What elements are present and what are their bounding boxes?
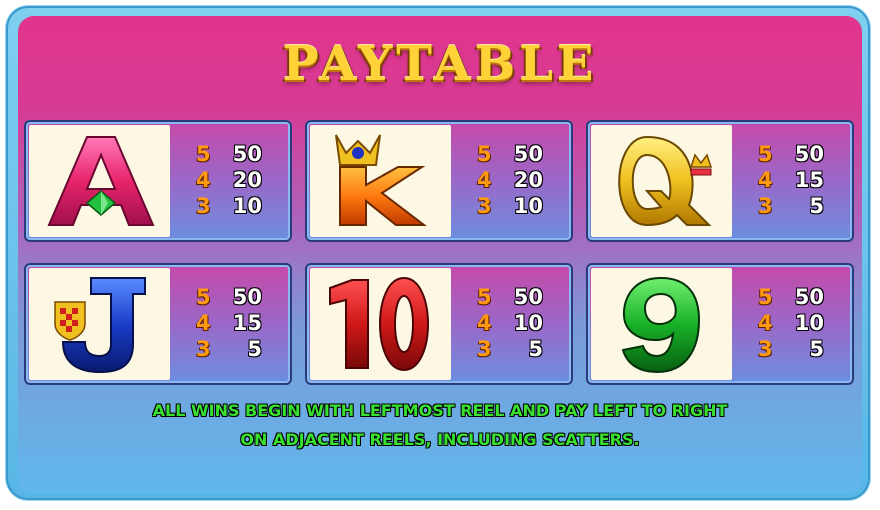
match-count: 4 <box>196 168 211 192</box>
payout-row: 3 10 <box>174 194 284 220</box>
payout-row: 4 20 <box>455 168 565 194</box>
nine-icon <box>591 268 732 380</box>
payout-row: 5 50 <box>455 142 565 168</box>
payout-row: 35 <box>736 194 846 220</box>
payout-list: 5 50 4 20 3 10 <box>455 142 565 220</box>
payout-amount: 10 <box>513 311 543 335</box>
payout-row: 35 <box>455 337 565 363</box>
payout-amount: 20 <box>513 168 543 192</box>
ace-icon <box>29 125 170 237</box>
payout-row: 3 10 <box>455 194 565 220</box>
match-count: 5 <box>758 285 773 309</box>
match-count: 3 <box>477 337 492 361</box>
rules-text-line-2: ON ADJACENT REELS, INCLUDING SCATTERS. <box>240 430 640 449</box>
symbol-tile-k: 5 50 4 20 3 10 <box>305 120 573 242</box>
rules-text-line-1: ALL WINS BEGIN WITH LEFTMOST REEL AND PA… <box>152 401 728 420</box>
match-count: 5 <box>196 285 211 309</box>
payout-amount: 10 <box>513 194 543 218</box>
jack-icon <box>29 268 170 380</box>
payout-amount: 15 <box>232 311 262 335</box>
payout-row: 5 50 <box>736 285 846 311</box>
payout-list: 5 50 4 15 35 <box>736 142 846 220</box>
match-count: 3 <box>196 337 211 361</box>
match-count: 5 <box>477 142 492 166</box>
payout-list: 5 50 4 15 35 <box>174 285 284 363</box>
payout-list: 5 50 4 20 3 10 <box>174 142 284 220</box>
match-count: 3 <box>758 194 773 218</box>
payout-row: 5 50 <box>736 142 846 168</box>
payout-amount: 50 <box>513 285 543 309</box>
payout-amount: 50 <box>513 142 543 166</box>
payout-row: 4 10 <box>455 311 565 337</box>
payout-amount: 5 <box>247 337 262 361</box>
payout-amount: 10 <box>232 194 262 218</box>
payout-amount: 5 <box>528 337 543 361</box>
payout-amount: 50 <box>232 285 262 309</box>
payout-row: 5 50 <box>174 142 284 168</box>
payout-amount: 5 <box>809 194 824 218</box>
payout-row: 35 <box>174 337 284 363</box>
payout-row: 4 10 <box>736 311 846 337</box>
symbol-tile-9: 5 50 4 10 35 <box>586 263 854 385</box>
queen-icon <box>591 125 732 237</box>
match-count: 5 <box>196 142 211 166</box>
payout-amount: 50 <box>794 285 824 309</box>
symbol-tile-q: 5 50 4 15 35 <box>586 120 854 242</box>
symbol-tile-a: 5 50 4 20 3 10 <box>24 120 292 242</box>
payout-row: 4 15 <box>736 168 846 194</box>
symbol-tile-10: 5 50 4 10 35 <box>305 263 573 385</box>
payout-row: 35 <box>736 337 846 363</box>
payout-list: 5 50 4 10 35 <box>455 285 565 363</box>
match-count: 4 <box>196 311 211 335</box>
payout-amount: 5 <box>809 337 824 361</box>
match-count: 4 <box>758 168 773 192</box>
payout-list: 5 50 4 10 35 <box>736 285 846 363</box>
payout-amount: 50 <box>794 142 824 166</box>
payout-row: 4 20 <box>174 168 284 194</box>
symbol-tile-j: 5 50 4 15 35 <box>24 263 292 385</box>
ten-icon <box>310 268 451 380</box>
payout-amount: 15 <box>794 168 824 192</box>
paytable-title: PAYTABLE <box>282 36 598 92</box>
match-count: 4 <box>477 311 492 335</box>
match-count: 3 <box>196 194 211 218</box>
payout-row: 5 50 <box>455 285 565 311</box>
payout-row: 4 15 <box>174 311 284 337</box>
match-count: 4 <box>758 311 773 335</box>
match-count: 3 <box>758 337 773 361</box>
payout-amount: 10 <box>794 311 824 335</box>
king-icon <box>310 125 451 237</box>
match-count: 5 <box>477 285 492 309</box>
match-count: 5 <box>758 142 773 166</box>
payout-amount: 20 <box>232 168 262 192</box>
match-count: 3 <box>477 194 492 218</box>
match-count: 4 <box>477 168 492 192</box>
payout-row: 5 50 <box>174 285 284 311</box>
payout-amount: 50 <box>232 142 262 166</box>
